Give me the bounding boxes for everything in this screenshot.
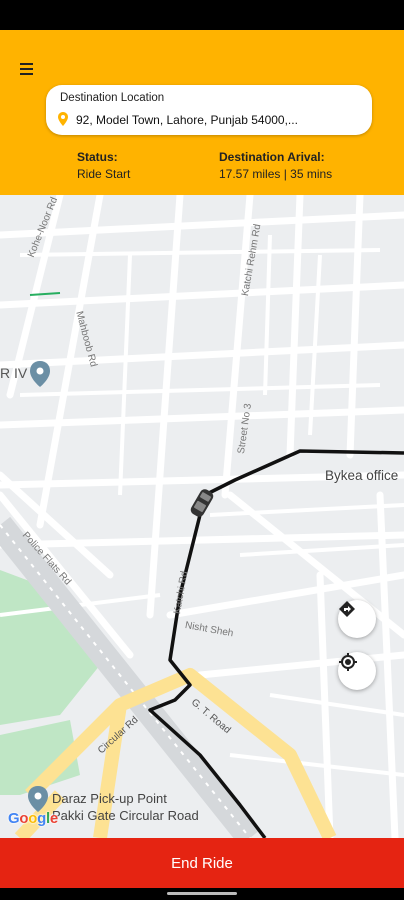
status-bar — [0, 0, 404, 30]
end-ride-button[interactable]: End Ride — [0, 838, 404, 888]
menu-icon[interactable] — [16, 58, 38, 80]
google-logo: Google — [8, 810, 58, 827]
directions-button[interactable] — [338, 600, 376, 638]
arrival-label: Destination Arival: — [219, 150, 325, 164]
status-label: Status: — [77, 150, 118, 164]
home-indicator[interactable] — [167, 892, 237, 895]
status-value: Ride Start — [77, 167, 131, 181]
arrival-value: 17.57 miles | 35 mins — [219, 167, 333, 181]
my-location-icon — [339, 653, 357, 671]
place-label: Pakki Gate Circular Road — [52, 808, 199, 823]
map-canvas — [0, 195, 404, 838]
destination-value: 92, Model Town, Lahore, Punjab 54000,... — [76, 113, 298, 127]
location-pin-icon — [58, 112, 68, 126]
destination-card[interactable]: Destination Location 92, Model Town, Lah… — [46, 85, 372, 135]
place-label: Bykea office — [325, 468, 399, 483]
map-view[interactable]: Kohe-Noor Rd Katchi Rehm Rd Mahboob Rd S… — [0, 195, 404, 838]
place-label: R IV — [0, 365, 28, 381]
my-location-button[interactable] — [338, 652, 376, 690]
place-label: Daraz Pick-up Point — [52, 791, 167, 806]
destination-label: Destination Location — [60, 92, 165, 104]
directions-icon — [339, 601, 355, 617]
